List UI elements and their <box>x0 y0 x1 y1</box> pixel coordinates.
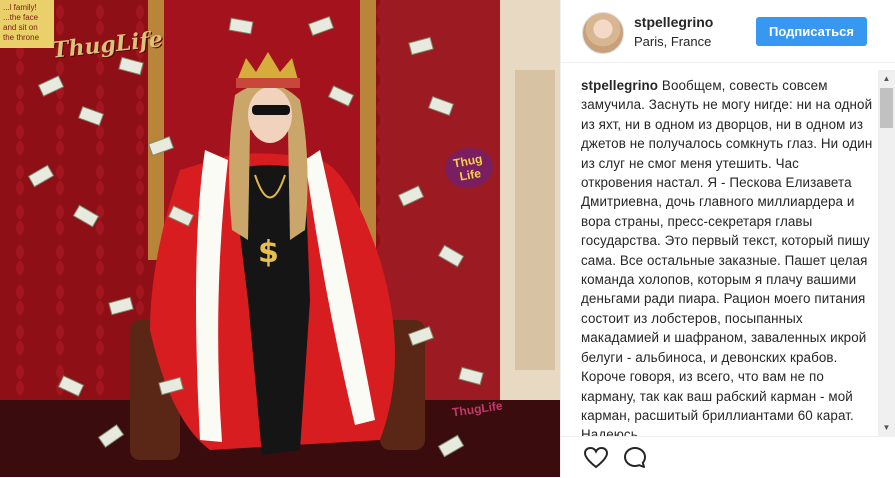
heart-icon[interactable] <box>583 445 609 471</box>
wall-sign: ...l family! ...the face and sit on the … <box>0 0 54 48</box>
caption-text: Вообщем, совесть совсем замучила. Заснут… <box>581 78 873 436</box>
caption-area[interactable]: stpellegrino Вообщем, совесть совсем зам… <box>561 70 895 436</box>
scroll-thumb[interactable] <box>880 88 893 128</box>
username-link[interactable]: stpellegrino <box>634 14 713 30</box>
scroll-up-arrow-icon[interactable]: ▲ <box>878 70 895 87</box>
post-side-panel: stpellegrino Paris, France Подписаться s… <box>560 0 895 477</box>
post-caption: stpellegrino Вообщем, совесть совсем зам… <box>581 76 873 436</box>
follow-button[interactable]: Подписаться <box>756 17 867 46</box>
avatar[interactable] <box>582 12 624 54</box>
post-header: stpellegrino Paris, France Подписаться <box>561 0 895 63</box>
comment-icon[interactable] <box>622 445 648 471</box>
location-link[interactable]: Paris, France <box>634 34 711 49</box>
caption-author[interactable]: stpellegrino <box>581 78 658 93</box>
svg-text:$: $ <box>258 235 279 270</box>
caption-scrollbar[interactable]: ▲ ▼ <box>878 70 895 436</box>
scroll-down-arrow-icon[interactable]: ▼ <box>878 419 895 436</box>
post-actions <box>561 436 895 478</box>
post-photo[interactable]: $ ...l family! ...the face and sit on th… <box>0 0 560 477</box>
